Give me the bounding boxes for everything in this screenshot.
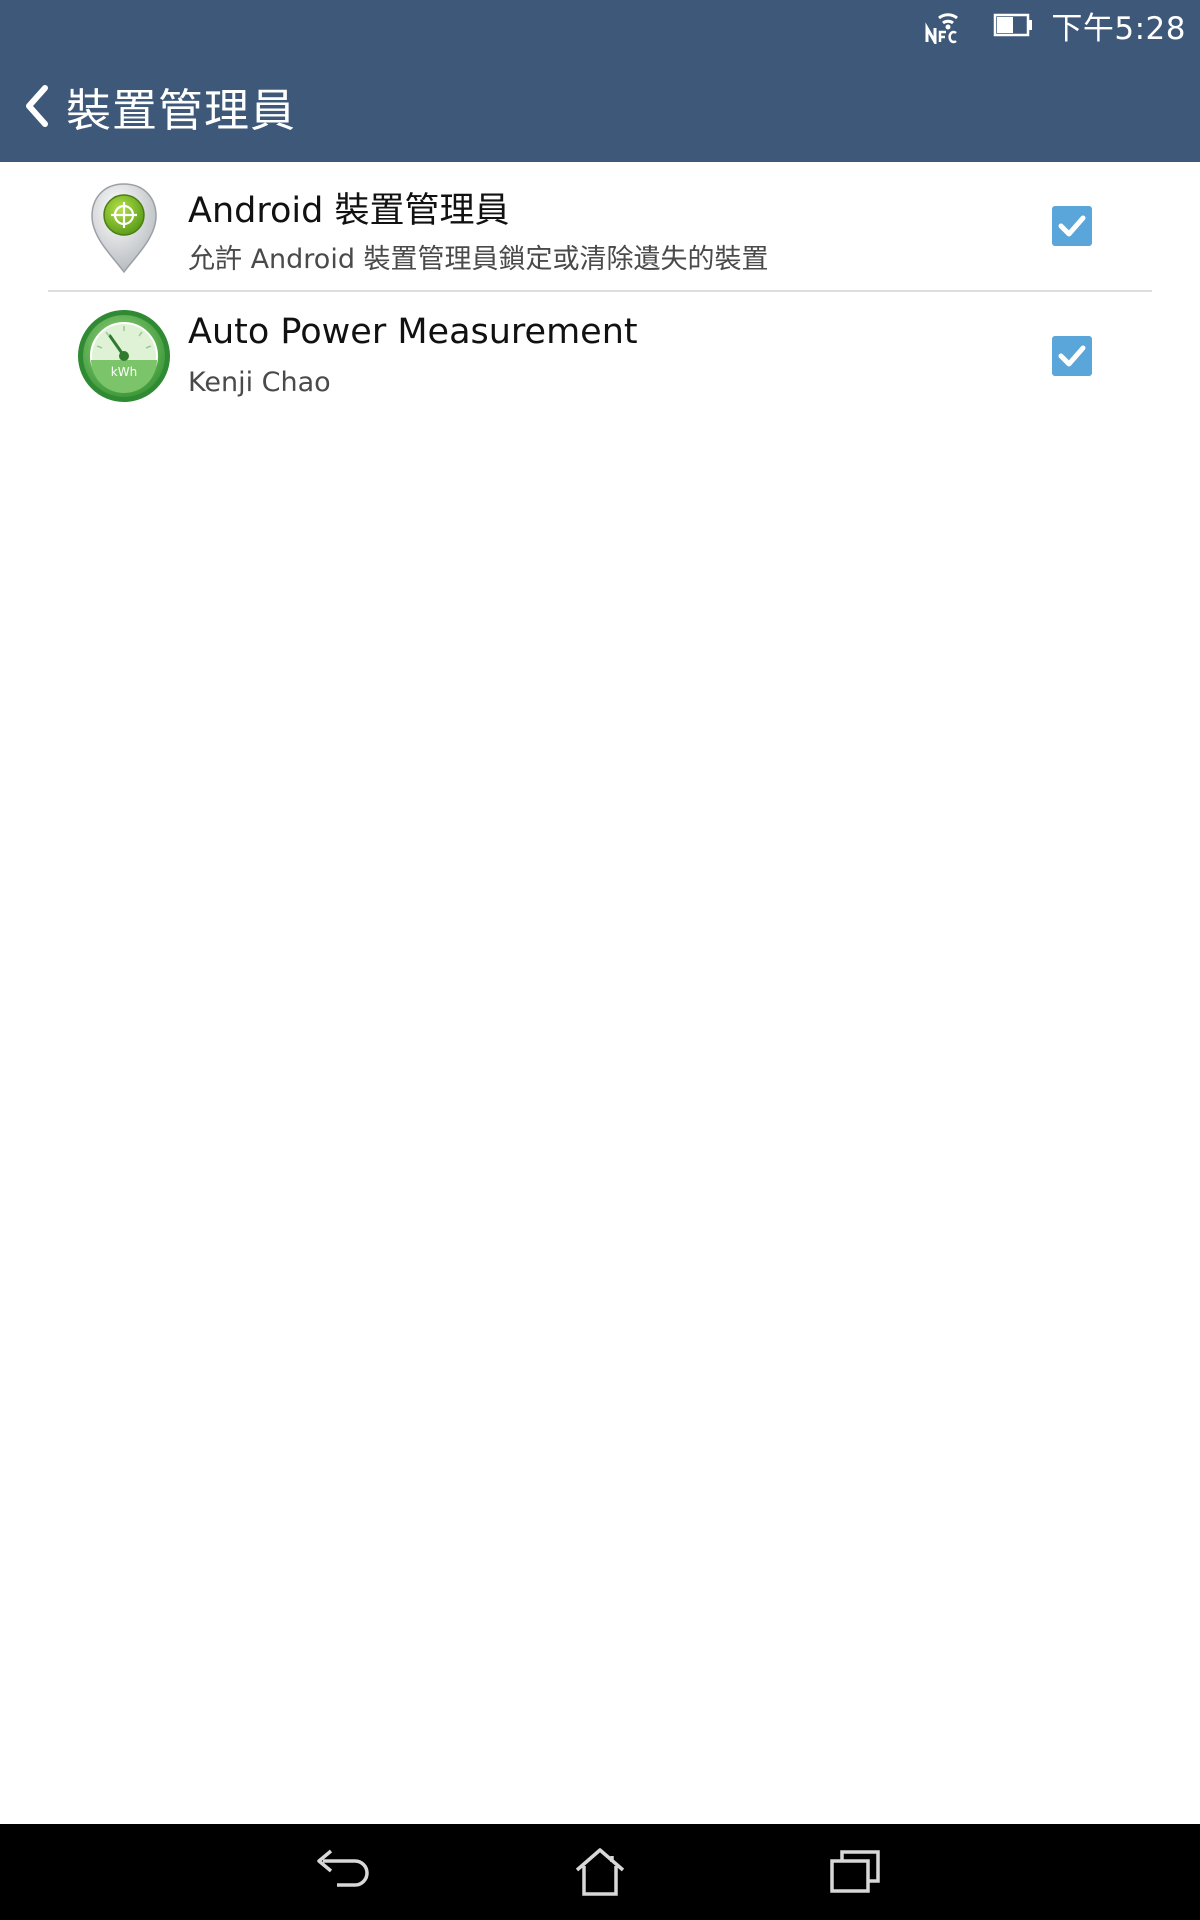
item-subtitle: 允許 Android 裝置管理員鎖定或清除遺失的裝置 [188,244,769,275]
item-title: Auto Power Measurement [188,312,638,352]
action-bar: 裝置管理員 [0,50,1200,162]
nav-back-button[interactable] [283,1824,403,1920]
svg-text:kWh: kWh [111,365,137,379]
chevron-left-icon [24,84,50,128]
list-item-auto-power-measurement[interactable]: kWh Auto Power Measurement Kenji Chao [0,292,1200,420]
screen: 下午5:28 裝置管理員 Android 裝置管理員 允許 Android 裝置… [0,0,1200,1920]
activate-checkbox[interactable] [1052,336,1092,376]
nav-recent-apps-button[interactable] [796,1824,916,1920]
activate-checkbox[interactable] [1052,206,1092,246]
list-item-android-device-manager[interactable]: Android 裝置管理員 允許 Android 裝置管理員鎖定或清除遺失的裝置 [0,162,1200,290]
status-icons: 下午5:28 [925,0,1186,50]
home-icon [572,1846,628,1898]
item-title: Android 裝置管理員 [188,191,510,231]
nfc-icon [925,6,965,44]
item-subtitle: Kenji Chao [188,367,331,398]
page-title: 裝置管理員 [66,83,297,137]
battery-icon [993,6,1035,44]
checkmark-icon [1058,214,1086,238]
checkmark-icon [1058,344,1086,368]
status-clock: 下午5:28 [1051,10,1186,47]
power-meter-icon: kWh [76,308,176,408]
navigation-bar [0,1824,1200,1920]
up-navigation-button[interactable] [0,50,50,162]
recent-apps-icon [828,1847,884,1897]
status-bar: 下午5:28 [0,0,1200,50]
android-device-manager-icon [74,180,174,280]
nav-home-button[interactable] [540,1824,660,1920]
device-admin-list: Android 裝置管理員 允許 Android 裝置管理員鎖定或清除遺失的裝置 [0,162,1200,402]
back-icon [315,1847,371,1897]
